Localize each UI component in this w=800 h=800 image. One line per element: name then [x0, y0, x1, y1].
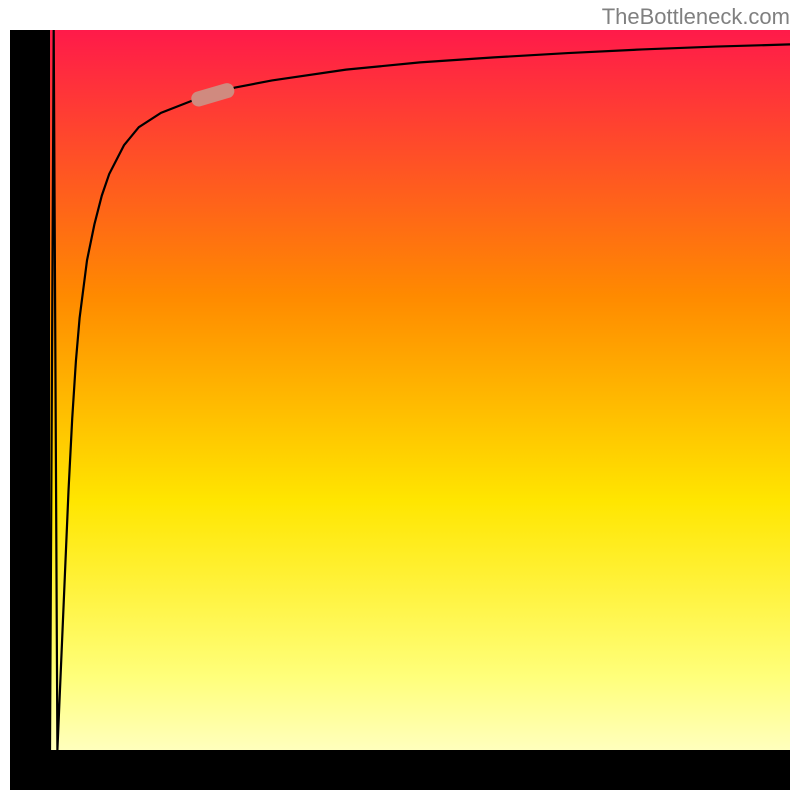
- chart-svg: [10, 30, 790, 790]
- attribution-text: TheBottleneck.com: [602, 4, 790, 30]
- plot-background: [10, 30, 790, 790]
- y-axis: [10, 30, 50, 790]
- chart-container: [10, 30, 790, 790]
- x-axis: [10, 750, 790, 790]
